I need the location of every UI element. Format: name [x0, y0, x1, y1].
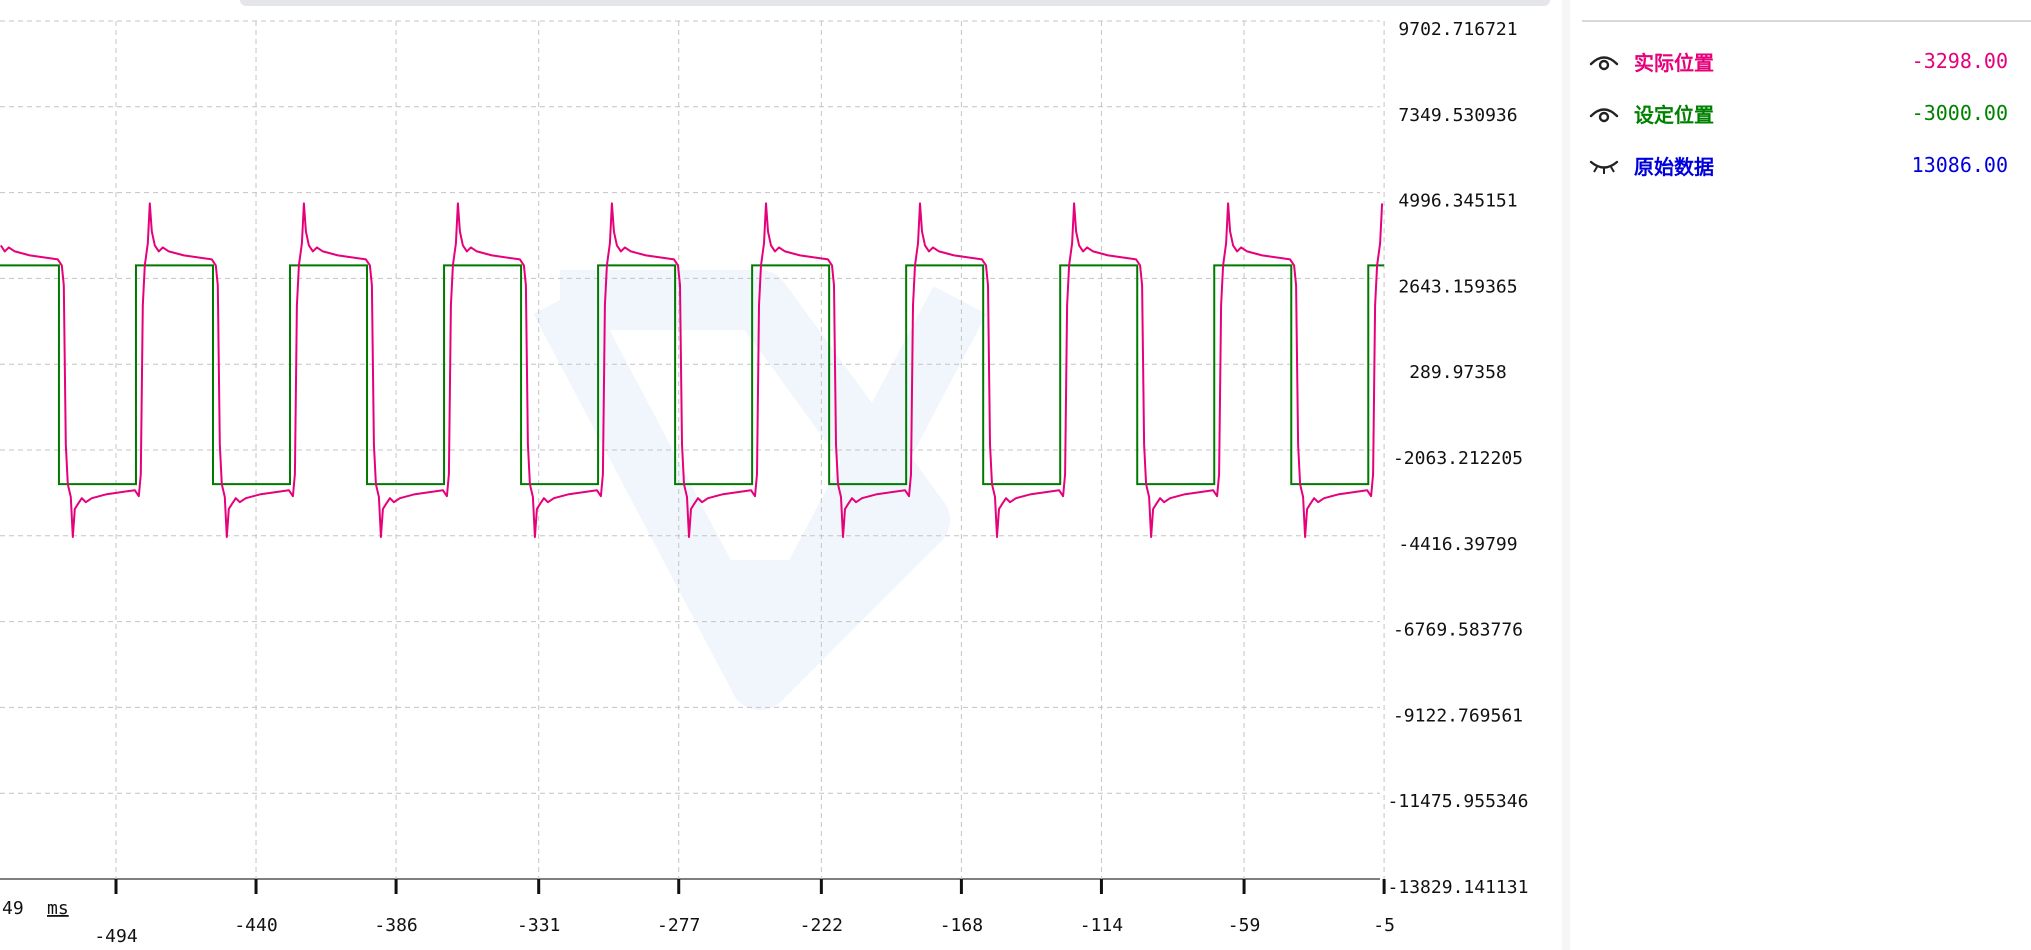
y-tick-label: -2063.212205	[1393, 448, 1523, 469]
y-tick-label: -6769.583776	[1393, 620, 1523, 641]
y-tick-label: -11475.955346	[1388, 791, 1529, 812]
x-tick-label: -331	[517, 915, 560, 936]
eye-open-icon[interactable]	[1588, 49, 1620, 73]
panel-top-divider	[1582, 20, 2031, 22]
x-tick-label: -386	[374, 915, 417, 936]
legend-name: 原始数据	[1634, 154, 1714, 179]
legend-name: 实际位置	[1634, 50, 1714, 75]
x-tick-label: -222	[800, 915, 843, 936]
y-tick-label: -4416.39799	[1398, 534, 1517, 555]
legend-value: 13086.00	[1911, 153, 2008, 177]
eye-closed-icon[interactable]	[1588, 153, 1620, 177]
y-tick-label: 4996.345151	[1398, 191, 1517, 212]
x-tick-label: -168	[940, 915, 983, 936]
x-tick-label: -440	[234, 915, 277, 936]
plot-area[interactable]: 9702.716721 7349.530936 4996.345151 2643.15…	[0, 0, 1560, 950]
x-tick-label: -277	[657, 915, 700, 936]
eye-open-icon[interactable]	[1588, 101, 1620, 125]
panel-divider	[1562, 0, 1570, 950]
legend-item-raw-data[interactable]: 原始数据 13086.00	[1582, 147, 2022, 183]
legend-item-actual-position[interactable]: 实际位置 -3298.00	[1582, 43, 2022, 79]
y-tick-label: -9122.769561	[1393, 705, 1523, 726]
y-tick-label: 2643.159365	[1398, 276, 1517, 297]
y-tick-label: -13829.141131	[1388, 877, 1529, 898]
x-tick-label: -5	[1373, 915, 1395, 936]
y-tick-label: 7349.530936	[1398, 105, 1517, 126]
x-tick-label-partial: 49	[2, 898, 24, 919]
x-tick-label: -494	[94, 926, 137, 947]
waveform-chart[interactable]: 9702.716721 7349.530936 4996.345151 2643.15…	[0, 0, 1560, 950]
y-tick-label: 289.97358	[1409, 362, 1507, 383]
legend-value: -3000.00	[1911, 101, 2008, 125]
legend-panel	[1560, 0, 2031, 950]
y-tick-label: 9702.716721	[1398, 19, 1517, 40]
x-tick-label: -114	[1080, 915, 1123, 936]
x-unit-label: ms	[47, 898, 69, 919]
x-tick-label: -59	[1228, 915, 1261, 936]
legend-value: -3298.00	[1911, 49, 2008, 73]
legend-name: 设定位置	[1634, 102, 1714, 127]
legend-item-set-position[interactable]: 设定位置 -3000.00	[1582, 95, 2022, 131]
